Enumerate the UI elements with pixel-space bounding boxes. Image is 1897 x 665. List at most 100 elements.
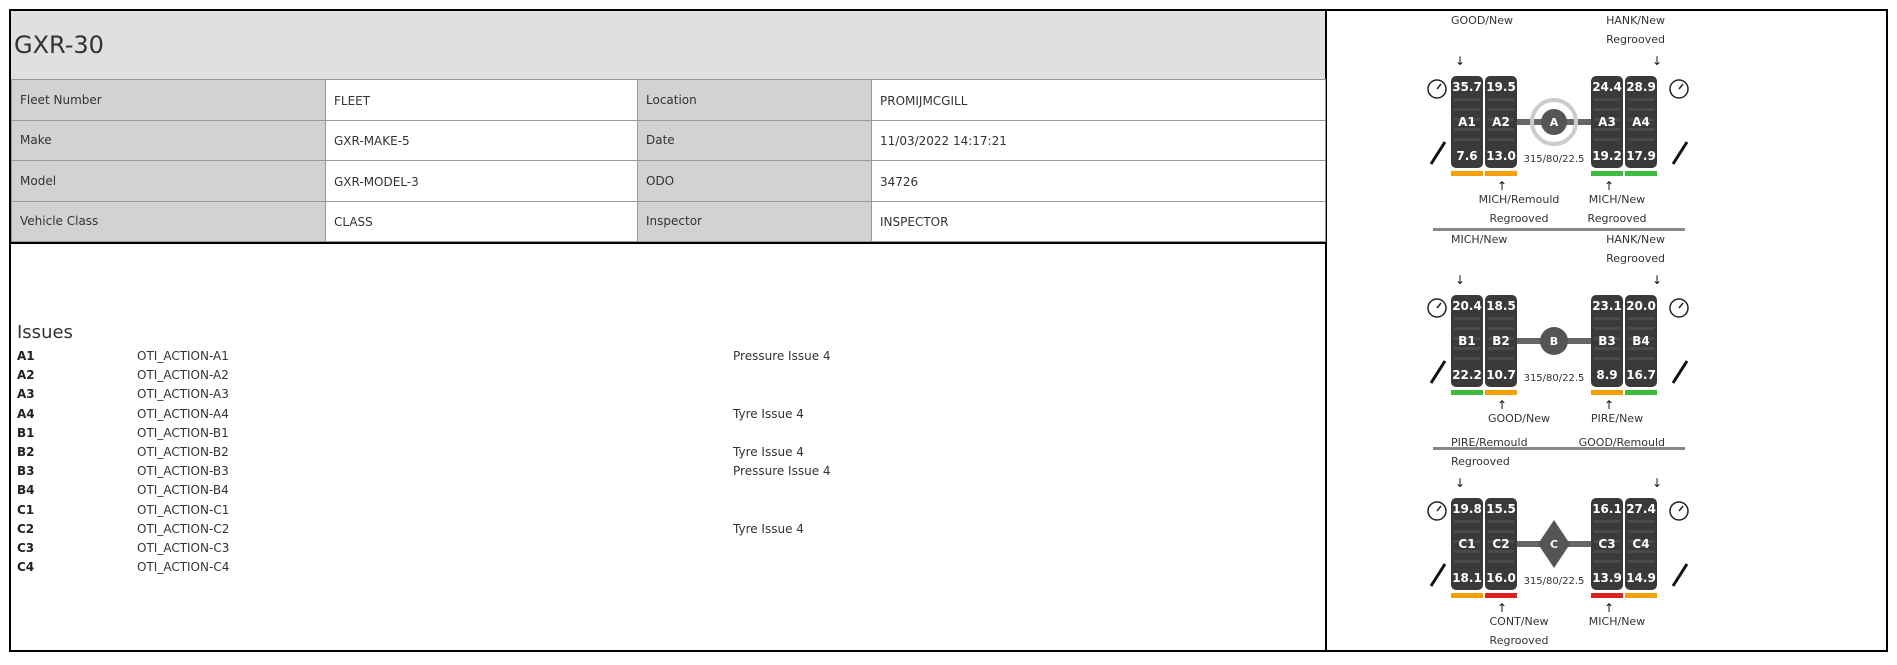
arrow-up-icon: ↑ (1604, 179, 1614, 193)
issue-row: B1 OTI_ACTION-B1 (17, 426, 1297, 445)
tyre-pressure: 23.1 (1592, 299, 1622, 313)
issue-description: Tyre Issue 4 (733, 406, 804, 421)
tyre-pressure: 27.4 (1626, 502, 1656, 516)
issue-tyre-id: C3 (17, 541, 35, 555)
tread-rib (1488, 108, 1514, 111)
tyre-brand-label: MICH/New (1451, 233, 1507, 246)
tyre-pressure: 20.0 (1626, 299, 1656, 313)
arrow-down-icon: ↓ (1652, 273, 1662, 287)
tread-rib (1454, 138, 1480, 141)
tyre-tread-depth: 19.2 (1592, 149, 1622, 163)
tyre-status-bar (1625, 390, 1657, 395)
issue-tyre-id: A3 (17, 387, 35, 402)
inspection-report: GXR-30 Fleet Number FLEET Location PROMI… (9, 9, 1888, 652)
tyre-status-bar (1625, 171, 1657, 176)
tread-rib (1628, 357, 1654, 360)
tyre-id: A3 (1598, 115, 1616, 129)
tyre-id: A2 (1492, 115, 1510, 129)
tyre-id: C3 (1598, 537, 1615, 551)
issue-tyre-id: C2 (17, 521, 35, 536)
issue-tyre-id: A4 (17, 406, 35, 421)
tyre-status-bar (1451, 390, 1483, 395)
make-value: GXR-MAKE-5 (325, 119, 638, 161)
location-label: Location (637, 79, 872, 121)
fleet-number-label: Fleet Number (11, 79, 326, 121)
tyre-id: A4 (1632, 115, 1650, 129)
report-panel: GXR-30 Fleet Number FLEET Location PROMI… (11, 11, 1327, 650)
tyre-brand-label: Regrooved (1451, 455, 1510, 468)
tyre-id: B2 (1492, 334, 1510, 348)
tread-rib (1594, 520, 1620, 523)
tyre-status-bar (1591, 171, 1623, 176)
tread-rib (1594, 317, 1620, 320)
tyre-brand-label: Regrooved (1606, 33, 1665, 46)
tread-gauge-icon (1429, 141, 1447, 165)
tyre-status-bar (1451, 171, 1483, 176)
location-value: PROMIJMCGILL (871, 79, 1326, 121)
tyre-tread-depth: 22.2 (1452, 368, 1482, 382)
title-bar: GXR-30 (11, 11, 1325, 80)
tread-rib (1454, 530, 1480, 533)
tyre-brand-label: CONT/New (1490, 615, 1549, 628)
tread-rib (1488, 98, 1514, 101)
tyre-brand-label: PIRE/Remould (1451, 436, 1528, 449)
issue-tyre-id: C4 (17, 560, 35, 575)
issue-row: A4 OTI_ACTION-A4 Tyre Issue 4 (17, 407, 1297, 426)
issue-description: Pressure Issue 4 (733, 349, 831, 363)
tread-rib (1628, 520, 1654, 523)
tyre-brand-label: PIRE/New (1591, 412, 1643, 425)
tread-rib (1594, 138, 1620, 141)
tyre-status-bar (1591, 593, 1623, 598)
tyre-status-bar (1451, 593, 1483, 598)
tyre-pressure: 19.8 (1452, 502, 1482, 516)
date-value: 11/03/2022 14:17:21 (871, 119, 1326, 161)
tyre-tread-depth: 17.9 (1626, 149, 1656, 163)
issue-action: OTI_ACTION-C1 (137, 502, 230, 517)
arrow-down-icon: ↓ (1652, 54, 1662, 68)
tyre-brand-label: Regrooved (1490, 212, 1549, 225)
tread-rib (1488, 317, 1514, 320)
tyre-pressure: 20.4 (1452, 299, 1482, 313)
issue-row: C1 OTI_ACTION-C1 (17, 503, 1297, 522)
issue-tyre-id: B3 (17, 464, 35, 479)
issue-description: Tyre Issue 4 (733, 521, 804, 536)
issue-action: OTI_ACTION-B2 (137, 445, 229, 459)
tread-rib (1594, 108, 1620, 111)
tread-rib (1628, 317, 1654, 320)
tread-rib (1454, 560, 1480, 563)
arrow-up-icon: ↑ (1497, 601, 1507, 615)
axle-label: B (1550, 335, 1558, 348)
tread-gauge-icon (1429, 563, 1447, 587)
tyre-pressure: 16.1 (1592, 502, 1622, 516)
axle-label: C (1550, 538, 1558, 551)
vehicle-class-label: Vehicle Class (11, 200, 326, 242)
tyre-brand-label: MICH/Remould (1479, 193, 1560, 206)
tyre-pressure: 18.5 (1486, 299, 1516, 313)
issue-tyre-id: B2 (17, 445, 35, 459)
model-label: Model (11, 160, 326, 202)
vehicle-class-value: CLASS (325, 200, 638, 242)
tyre-brand-label: HANK/New (1606, 233, 1665, 246)
tread-gauge-icon (1671, 141, 1689, 165)
tread-rib (1488, 560, 1514, 563)
tread-rib (1454, 520, 1480, 523)
tyre-tread-depth: 7.6 (1456, 149, 1477, 163)
tyre-brand-label: GOOD/Remould (1579, 436, 1665, 449)
tyre-brand-label: GOOD/New (1488, 412, 1550, 425)
tread-gauge-icon (1671, 360, 1689, 384)
tyre-id: C1 (1458, 537, 1475, 551)
arrow-down-icon: ↓ (1455, 476, 1465, 490)
arrow-down-icon: ↓ (1455, 273, 1465, 287)
issue-action: OTI_ACTION-C2 (137, 521, 230, 536)
issue-action: OTI_ACTION-A4 (137, 406, 229, 421)
arrow-up-icon: ↑ (1497, 179, 1507, 193)
issue-action: OTI_ACTION-B1 (137, 425, 229, 440)
tyre-id: C4 (1632, 537, 1649, 551)
tread-rib (1454, 327, 1480, 330)
tyre-brand-label: Regrooved (1588, 212, 1647, 225)
tread-rib (1594, 357, 1620, 360)
divider (11, 242, 1325, 244)
tyre-id: B4 (1632, 334, 1650, 348)
fleet-number-value: FLEET (325, 79, 638, 121)
tread-rib (1628, 530, 1654, 533)
